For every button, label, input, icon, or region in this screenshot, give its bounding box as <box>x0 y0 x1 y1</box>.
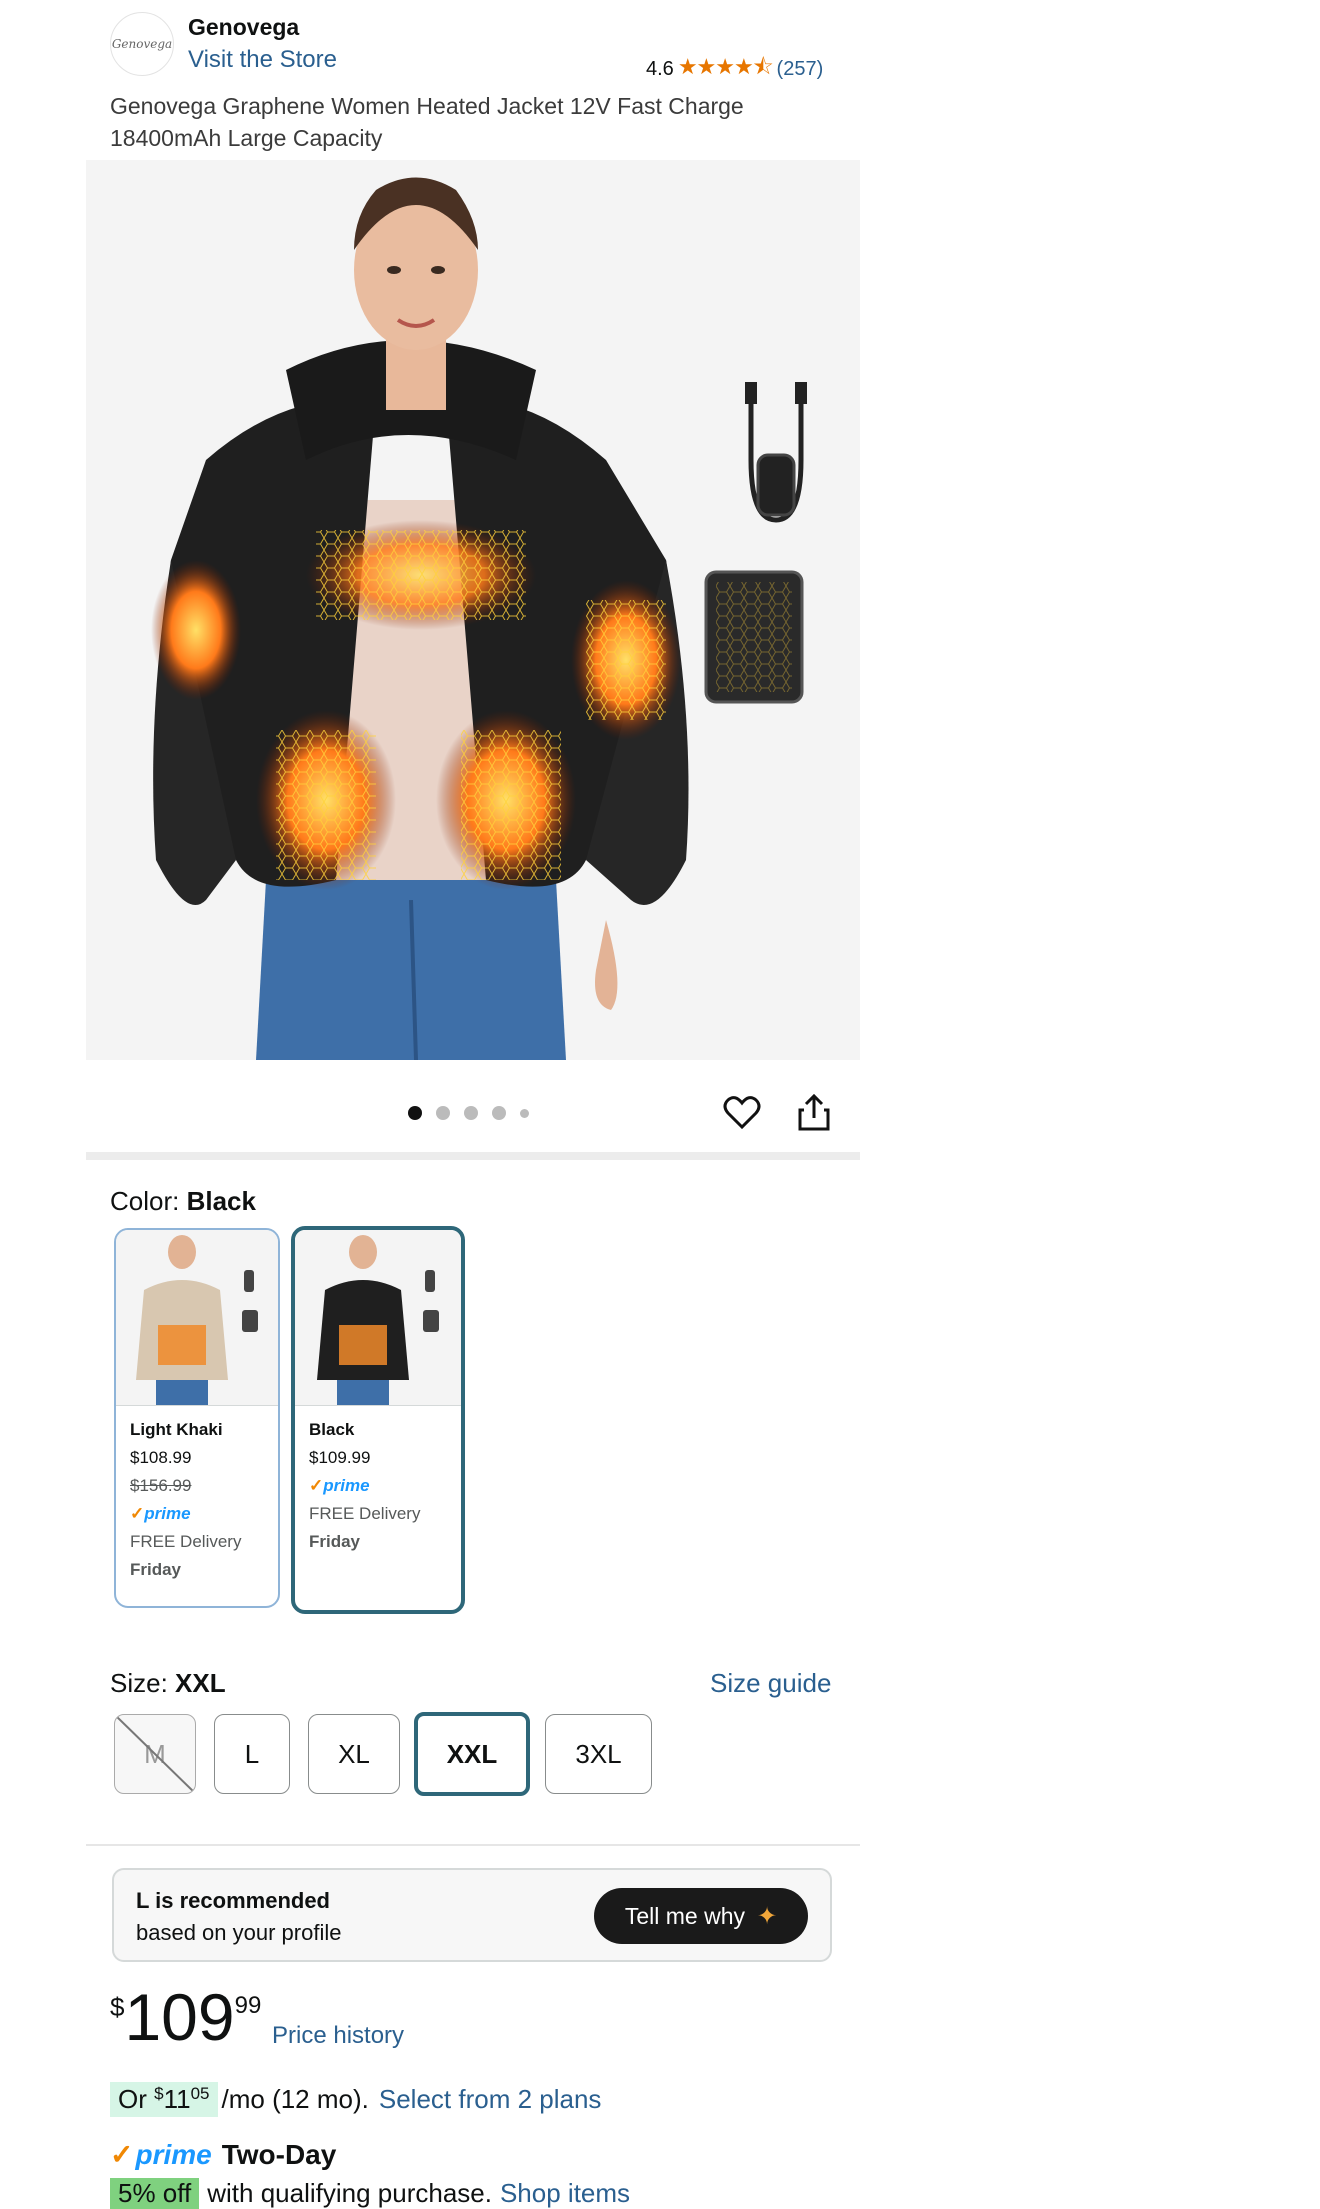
color-info-black: Black $109.99 ✓prime FREE Delivery Frida… <box>295 1406 461 1566</box>
monthly-term: /mo (12 mo). <box>221 2083 369 2114</box>
color-name: Light Khaki <box>130 1420 223 1439</box>
prime-badge: ✓prime <box>309 1476 370 1495</box>
prime-check-icon: ✓ <box>130 1504 145 1523</box>
price-whole: 109 <box>124 1980 235 2054</box>
page-dot-active[interactable] <box>408 1106 422 1120</box>
selected-color: Black <box>186 1186 256 1216</box>
share-icon[interactable] <box>796 1092 832 1132</box>
color-thumb-light-khaki <box>116 1230 278 1406</box>
product-image[interactable] <box>86 160 860 1060</box>
size-option-m[interactable]: M <box>114 1714 196 1794</box>
price-display: $ 109 99 <box>110 1980 262 2054</box>
size-option-l[interactable]: L <box>214 1714 290 1794</box>
brand-logo[interactable]: Genovega <box>110 12 174 76</box>
visit-store-link[interactable]: Visit the Store <box>188 46 337 74</box>
review-count-link[interactable]: (257) <box>777 58 824 81</box>
tell-me-why-button[interactable]: Tell me why ✦ <box>594 1888 808 1944</box>
color-list-price: $156.99 <box>130 1476 192 1495</box>
star-rating-icon: ★★★★⯪ <box>677 54 774 79</box>
section-divider <box>86 1844 860 1846</box>
product-title: Genovega Graphene Women Heated Jacket 12… <box>110 93 744 151</box>
rating-value: 4.6 <box>646 57 674 80</box>
monthly-amount-highlight: Or $ 11 05 <box>110 2081 218 2117</box>
color-thumb-black <box>295 1230 461 1406</box>
prime-badge: ✓prime <box>130 1504 191 1523</box>
color-option-black[interactable]: Black $109.99 ✓prime FREE Delivery Frida… <box>291 1226 465 1614</box>
monthly-payment: Or $ 11 05 /mo (12 mo). Select from 2 pl… <box>110 2078 601 2120</box>
price-history-link[interactable]: Price history <box>272 2022 404 2050</box>
unavailable-strike-icon <box>115 1715 195 1793</box>
delivery-day: Friday <box>309 1532 361 1551</box>
page-dot[interactable] <box>436 1106 450 1120</box>
color-label: Color: Black <box>110 1186 256 1216</box>
select-plans-link[interactable]: Select from 2 plans <box>379 2084 602 2115</box>
page-dot[interactable] <box>520 1108 529 1118</box>
size-option-xxl[interactable]: XXL <box>414 1712 530 1796</box>
size-option-3xl[interactable]: 3XL <box>545 1714 652 1794</box>
size-option-xl[interactable]: XL <box>308 1714 400 1794</box>
color-price: $109.99 <box>309 1448 371 1467</box>
recommendation-title: L is recommended <box>136 1888 330 1913</box>
prime-check-icon: ✓ <box>110 2139 134 2170</box>
delivery-text: FREE Delivery <box>309 1504 421 1523</box>
image-pagination[interactable] <box>408 1106 529 1120</box>
size-label: Size: XXL <box>110 1668 226 1698</box>
heart-icon[interactable] <box>722 1092 762 1132</box>
color-option-light-khaki[interactable]: Light Khaki $108.99 $156.99 ✓prime FREE … <box>114 1228 280 1608</box>
price-fraction: 99 <box>234 1992 262 2019</box>
page-dot[interactable] <box>492 1106 506 1120</box>
size-recommendation: L is recommended based on your profile T… <box>112 1868 832 1962</box>
section-divider <box>86 1152 860 1160</box>
rating-summary[interactable]: 4.6 ★★★★⯪ (257) <box>646 50 823 88</box>
prime-shipping: ✓ prime Two-Day <box>110 2138 337 2171</box>
heated-jacket-illustration <box>151 177 807 1060</box>
size-guide-link[interactable]: Size guide <box>710 1668 831 1699</box>
sparkle-icon: ✦ <box>757 1902 778 1930</box>
shipping-speed: Two-Day <box>221 2138 337 2170</box>
color-price: $108.99 <box>130 1448 192 1467</box>
prime-check-icon: ✓ <box>309 1476 324 1495</box>
delivery-day: Friday <box>130 1560 182 1579</box>
brand-name: Genovega <box>188 14 300 40</box>
color-name: Black <box>309 1420 355 1439</box>
recommendation-subtitle: based on your profile <box>136 1920 342 1945</box>
page-dot[interactable] <box>464 1106 478 1120</box>
color-info-light-khaki: Light Khaki $108.99 $156.99 ✓prime FREE … <box>116 1406 278 1594</box>
delivery-text: FREE Delivery <box>130 1532 242 1551</box>
selected-size: XXL <box>175 1668 226 1698</box>
